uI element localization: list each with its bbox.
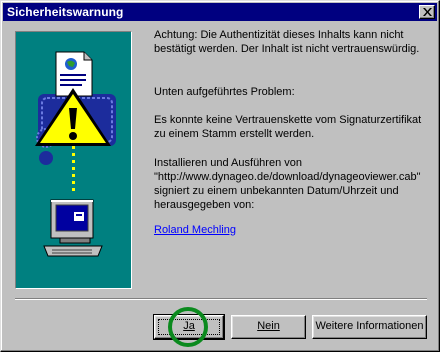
- close-button[interactable]: [419, 5, 435, 19]
- security-warning-dialog: Sicherheitswarnung Achtung: Die Authenti…: [0, 0, 440, 352]
- install-line: Installieren und Ausführen von: [154, 157, 302, 169]
- problem-description: Es konnte keine Vertrauenskette vom Sign…: [154, 114, 422, 140]
- install-line: signiert zu einem unbekannten Datum/Uhrz…: [154, 185, 399, 197]
- computer-icon: [43, 199, 103, 257]
- warning-message: Achtung: Die Authentizität dieses Inhalt…: [154, 29, 420, 55]
- install-line: herausgegeben von:: [154, 199, 255, 211]
- problem-heading: Unten aufgeführtes Problem:: [154, 86, 295, 98]
- yes-button[interactable]: Ja: [153, 314, 225, 340]
- separator: [15, 298, 427, 300]
- install-url: "http://www.dynageo.de/download/dynageov…: [154, 171, 421, 183]
- publisher-link[interactable]: Roland Mechling: [154, 224, 236, 236]
- more-info-button-label: Weitere Informationen: [315, 320, 424, 332]
- close-icon: [423, 8, 432, 16]
- window-title: Sicherheitswarnung: [7, 5, 124, 19]
- install-info: Installieren und Ausführen von "http://w…: [154, 156, 434, 212]
- connection-dots: [72, 146, 75, 191]
- illustration-panel: [15, 31, 132, 289]
- yes-button-label: Ja: [183, 320, 195, 332]
- title-bar[interactable]: Sicherheitswarnung: [3, 3, 437, 21]
- no-button-label: Nein: [257, 320, 280, 332]
- document-icon: [55, 51, 93, 97]
- no-button[interactable]: Nein: [231, 315, 306, 339]
- publisher: Roland Mechling: [154, 223, 434, 237]
- more-info-button[interactable]: Weitere Informationen: [312, 315, 427, 339]
